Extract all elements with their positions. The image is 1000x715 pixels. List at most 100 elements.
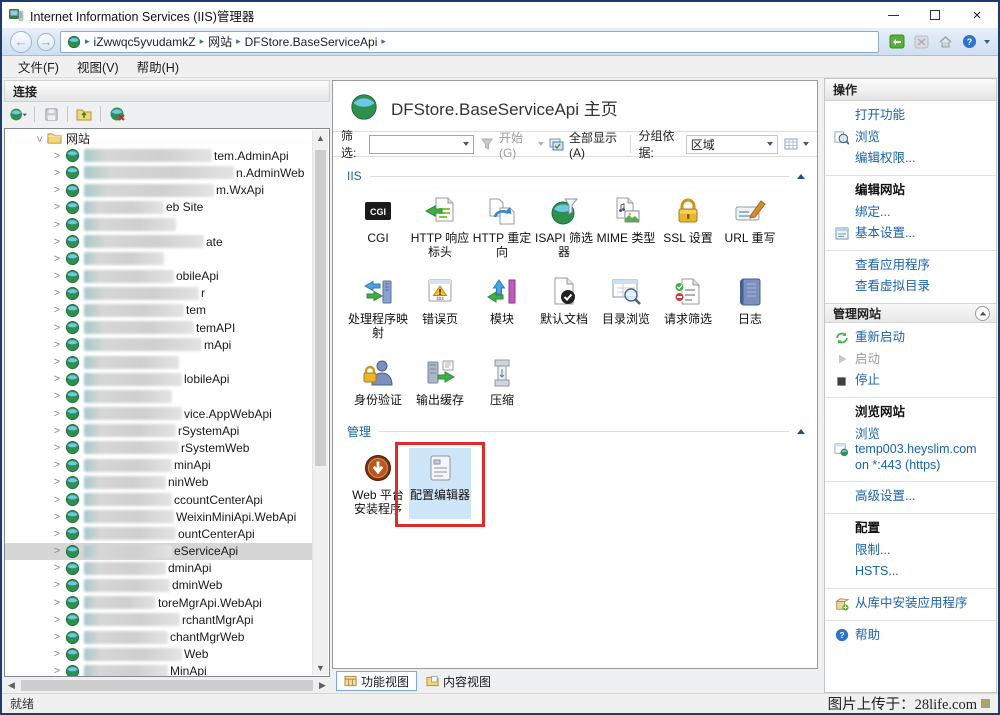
expand-twisty-icon[interactable]: >	[51, 648, 63, 660]
action-item[interactable]: 停止	[825, 370, 996, 392]
show-all-button[interactable]: 全部显示(A)	[569, 129, 622, 160]
tree-site-item[interactable]: >WeixinMiniApi.WebApi	[5, 508, 312, 525]
tree-site-item[interactable]: >ninWeb	[5, 474, 312, 491]
expand-twisty-icon[interactable]: >	[51, 408, 63, 420]
expand-twisty-icon[interactable]: >	[51, 236, 63, 248]
breadcrumb-segment[interactable]: DFStore.BaseServiceApi	[245, 35, 378, 49]
tree-site-item[interactable]: >tem	[5, 302, 312, 319]
action-item[interactable]: ?帮助	[825, 625, 996, 647]
menu-item[interactable]: 文件(F)	[10, 55, 67, 78]
feature-ssl-settings[interactable]: SSL 设置	[657, 191, 719, 262]
back-button[interactable]: ←	[10, 31, 32, 53]
expand-twisty-icon[interactable]: >	[51, 665, 63, 677]
tree-site-item[interactable]: >ountCenterApi	[5, 525, 312, 542]
tree-vertical-scrollbar[interactable]: ▲ ▼	[312, 130, 328, 675]
tree-site-item[interactable]: >rSystemWeb	[5, 439, 312, 456]
expand-twisty-icon[interactable]: >	[51, 167, 63, 179]
view-mode-icon[interactable]	[783, 136, 798, 152]
action-item[interactable]: 高级设置...	[825, 486, 996, 508]
menu-item[interactable]: 帮助(H)	[129, 55, 187, 78]
stop-toolbar-icon[interactable]	[912, 34, 930, 50]
collapse-group-icon[interactable]	[797, 429, 805, 434]
tree-site-item[interactable]: >dminApi	[5, 560, 312, 577]
expand-twisty-icon[interactable]: >	[51, 356, 63, 368]
feature-logging[interactable]: 日志	[719, 272, 781, 343]
feature-configuration-editor[interactable]: 配置编辑器	[409, 448, 471, 519]
tree-site-item[interactable]: >vice.AppWebApi	[5, 405, 312, 422]
expand-twisty-icon[interactable]: >	[51, 476, 63, 488]
expand-twisty-icon[interactable]: >	[51, 373, 63, 385]
tree-site-item[interactable]: >rSystemApi	[5, 422, 312, 439]
tree-site-item[interactable]: >minApi	[5, 457, 312, 474]
tree-site-item[interactable]: >	[5, 216, 312, 233]
feature-authentication[interactable]: 身份验证	[347, 353, 409, 409]
disconnect-icon[interactable]	[107, 105, 127, 123]
feature-url-rewrite[interactable]: URL 重写	[719, 191, 781, 262]
feature-request-filtering[interactable]: 请求筛选	[657, 272, 719, 343]
expand-twisty-icon[interactable]: >	[51, 390, 63, 402]
action-item[interactable]: 浏览 temp003.heyslim.com on *:443 (https)	[825, 424, 996, 477]
expand-twisty-icon[interactable]: >	[51, 545, 63, 557]
feature-directory-browsing[interactable]: 目录浏览	[595, 272, 657, 343]
create-connection-icon[interactable]	[8, 105, 28, 123]
filter-input[interactable]	[369, 135, 475, 154]
action-item[interactable]: 查看应用程序	[825, 255, 996, 277]
expand-twisty-icon[interactable]: >	[51, 494, 63, 506]
action-item[interactable]: 启动	[825, 349, 996, 371]
home-icon[interactable]	[936, 34, 954, 50]
feature-modules[interactable]: 模块	[471, 272, 533, 343]
tree-site-item[interactable]: >tem.AdminApi	[5, 147, 312, 164]
collapse-group-icon[interactable]	[797, 174, 805, 179]
tree-site-item[interactable]: >m.WxApi	[5, 182, 312, 199]
expand-twisty-icon[interactable]: >	[51, 150, 63, 162]
action-item[interactable]: 编辑权限...	[825, 148, 996, 170]
action-item[interactable]: 查看虚拟目录	[825, 276, 996, 298]
expand-twisty-icon[interactable]: >	[51, 614, 63, 626]
expand-twisty-icon[interactable]: >	[51, 322, 63, 334]
tree-site-item[interactable]: >ate	[5, 233, 312, 250]
tree-site-item[interactable]: >	[5, 353, 312, 370]
help-dropdown-caret-icon[interactable]	[984, 40, 990, 44]
feature-web-platform-installer[interactable]: Web 平台安装程序	[347, 448, 409, 519]
expand-twisty-icon[interactable]: >	[51, 459, 63, 471]
tree-site-item[interactable]: >MinApi	[5, 663, 312, 677]
tree-site-item[interactable]: >r	[5, 285, 312, 302]
feature-default-document[interactable]: 默认文档	[533, 272, 595, 343]
expand-twisty-icon[interactable]: >	[51, 528, 63, 540]
expand-twisty-icon[interactable]: >	[51, 184, 63, 196]
action-item[interactable]: 从库中安装应用程序	[825, 593, 996, 615]
expand-twisty-icon[interactable]: >	[51, 219, 63, 231]
action-item[interactable]: 绑定...	[825, 202, 996, 224]
action-item[interactable]: 基本设置...	[825, 223, 996, 245]
tree-site-item[interactable]: >n.AdminWeb	[5, 164, 312, 181]
expand-twisty-icon[interactable]: >	[51, 287, 63, 299]
feature-isapi-filters[interactable]: ISAPI 筛选器	[533, 191, 595, 262]
tree-site-item[interactable]: >temAPI	[5, 319, 312, 336]
collapse-section-button[interactable]	[975, 306, 990, 321]
tree-site-item[interactable]: >chantMgrWeb	[5, 628, 312, 645]
minimize-button[interactable]	[872, 2, 914, 28]
tree-site-item[interactable]: >ccountCenterApi	[5, 491, 312, 508]
feature-handler-mappings[interactable]: 处理程序映射	[347, 272, 409, 343]
feature-output-caching[interactable]: 输出缓存	[409, 353, 471, 409]
action-item[interactable]: 限制...	[825, 540, 996, 562]
feature-mime-types[interactable]: MIME 类型	[595, 191, 657, 262]
expand-twisty-icon[interactable]: >	[51, 425, 63, 437]
tree-site-item[interactable]: >eb Site	[5, 199, 312, 216]
close-button[interactable]: ×	[956, 2, 998, 28]
save-connections-icon[interactable]	[41, 105, 61, 123]
action-item[interactable]: 浏览	[825, 127, 996, 149]
tree-site-item[interactable]: >mApi	[5, 336, 312, 353]
help-toolbar-icon[interactable]: ?	[960, 34, 978, 50]
filter-go-button[interactable]: 开始(G)	[499, 129, 533, 160]
feature-compression[interactable]: 压缩	[471, 353, 533, 409]
action-item[interactable]: HSTS...	[825, 561, 996, 583]
expand-twisty-icon[interactable]: >	[51, 339, 63, 351]
feature-http-redirect[interactable]: HTTP 重定向	[471, 191, 533, 262]
tree-site-item[interactable]: >	[5, 250, 312, 267]
breadcrumb-segment[interactable]: 网站	[208, 33, 232, 50]
breadcrumb[interactable]: ▸iZwwqc5yvudamkZ▸网站▸DFStore.BaseServiceA…	[60, 31, 879, 53]
tree-site-item[interactable]: >toreMgrApi.WebApi	[5, 594, 312, 611]
tree-site-item[interactable]: >	[5, 388, 312, 405]
feature-cgi[interactable]: CGICGI	[347, 191, 409, 262]
